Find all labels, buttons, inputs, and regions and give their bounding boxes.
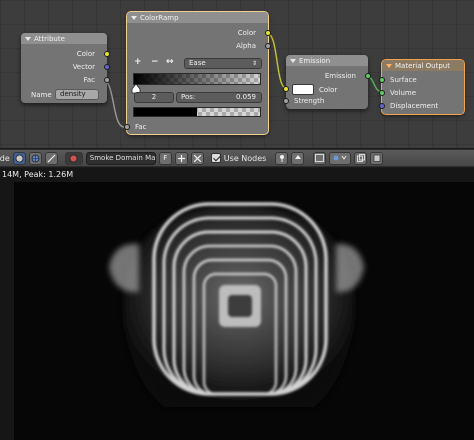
snap-element-dropdown[interactable] — [329, 151, 352, 165]
go-parent-button[interactable] — [291, 151, 305, 165]
emission-node-title: Emission — [299, 56, 331, 65]
render-area[interactable] — [14, 182, 474, 440]
input-fac-label: Fac — [135, 123, 147, 131]
attribute-node[interactable]: Attribute Color Vector Fac Name density — [21, 33, 110, 103]
color-ramp-gradient[interactable] — [133, 73, 261, 85]
collapse-arrow-icon[interactable] — [25, 36, 31, 41]
interpolation-dropdown[interactable]: Ease ⇕ — [184, 58, 262, 69]
attribute-node-title: Attribute — [34, 34, 65, 43]
mode-label: Mode — [0, 153, 10, 163]
smoke-volume — [109, 202, 364, 407]
globe-icon — [31, 154, 40, 162]
render-stats: 14M, Peak: 1.26M — [2, 170, 74, 179]
material-sphere-icon — [69, 154, 78, 162]
output-alpha-socket[interactable] — [265, 43, 271, 49]
position-field[interactable]: Pos: 0.059 — [176, 92, 262, 103]
input-volume-socket[interactable] — [379, 90, 385, 96]
material-output-node-title: Material Output — [395, 61, 450, 70]
plus-icon — [177, 154, 185, 162]
image-icon — [315, 154, 325, 162]
node-editor[interactable]: Attribute Color Vector Fac Name density … — [0, 0, 474, 148]
input-displacement-socket[interactable] — [379, 103, 385, 109]
stop-index-value: 2 — [151, 93, 157, 101]
paste-nodes-button[interactable] — [370, 151, 384, 165]
input-surface-socket[interactable] — [379, 77, 385, 83]
input-strength-socket[interactable] — [283, 98, 289, 104]
name-label: Name — [31, 91, 52, 99]
line-style-icon[interactable] — [44, 151, 58, 165]
input-surface-label: Surface — [390, 76, 417, 84]
material-browse-button[interactable] — [64, 151, 83, 165]
output-emission-label: Emission — [324, 72, 356, 80]
node-editor-header: Mode Smoke Domain Mat F Use Nodes — [0, 149, 474, 167]
emission-color-swatch[interactable] — [292, 84, 314, 95]
unlink-material-button[interactable] — [190, 151, 204, 165]
output-vector-label: Vector — [72, 63, 95, 71]
stop-index-field[interactable]: 2 — [134, 92, 174, 103]
input-color-socket[interactable] — [283, 86, 289, 92]
output-fac-label: Fac — [83, 76, 95, 84]
copy-icon — [356, 154, 365, 162]
pin-icon — [279, 155, 284, 162]
interpolation-value: Ease — [189, 59, 206, 67]
output-alpha-label: Alpha — [236, 42, 256, 50]
colorramp-node-header[interactable]: ColorRamp — [127, 12, 268, 23]
backdrop-button[interactable] — [313, 151, 327, 165]
output-color-label: Color — [76, 50, 95, 58]
collapse-arrow-icon[interactable] — [131, 15, 137, 20]
world-shader-icon[interactable] — [28, 151, 42, 165]
position-value: 0.059 — [235, 93, 256, 101]
input-volume-label: Volume — [390, 89, 417, 97]
material-output-node-header[interactable]: Material Output — [382, 60, 464, 71]
flip-ramp-button[interactable]: ↔ — [166, 58, 174, 67]
output-color-socket[interactable] — [265, 30, 271, 36]
position-label: Pos: — [181, 93, 196, 101]
stop-color-preview[interactable] — [133, 107, 261, 117]
input-displacement-label: Displacement — [390, 102, 439, 110]
use-nodes-checkbox[interactable] — [210, 153, 221, 163]
material-output-node[interactable]: Material Output Surface Volume Displacem… — [379, 60, 464, 114]
input-strength-label: Strength — [294, 97, 325, 105]
close-icon — [193, 154, 201, 162]
smoke-render-image — [109, 202, 364, 407]
dropdown-arrows-icon: ⇕ — [251, 60, 257, 67]
output-fac-socket[interactable] — [104, 77, 110, 83]
output-color-socket[interactable] — [104, 51, 110, 57]
input-color-label: Color — [319, 86, 338, 94]
paste-icon — [373, 154, 381, 162]
output-vector-socket[interactable] — [104, 64, 110, 70]
add-stop-button[interactable]: + — [134, 58, 142, 67]
object-shader-icon[interactable] — [12, 151, 26, 165]
collapse-arrow-icon[interactable] — [290, 58, 296, 63]
collapse-arrow-icon[interactable] — [386, 63, 392, 68]
attribute-node-header[interactable]: Attribute — [21, 33, 107, 44]
output-color-label: Color — [237, 29, 256, 37]
add-material-button[interactable] — [174, 151, 188, 165]
input-fac-socket[interactable] — [124, 124, 130, 130]
emission-node[interactable]: Emission Emission Color Strength — [283, 55, 371, 109]
copy-nodes-button[interactable] — [354, 151, 368, 165]
attribute-name-field[interactable]: density — [55, 89, 99, 100]
render-viewport[interactable]: 14M, Peak: 1.26M — [0, 168, 474, 440]
arrow-up-icon — [294, 155, 301, 159]
pin-button[interactable] — [275, 151, 289, 165]
link-color-to-emission — [267, 33, 287, 89]
brush-icon — [47, 154, 56, 162]
snap-icon — [333, 155, 347, 161]
sphere-icon — [15, 154, 24, 162]
use-nodes-label: Use Nodes — [223, 153, 267, 163]
output-emission-socket[interactable] — [365, 73, 371, 79]
fake-user-button[interactable]: F — [158, 151, 172, 165]
emission-node-header[interactable]: Emission — [286, 55, 368, 66]
material-name-field[interactable]: Smoke Domain Mat — [85, 151, 156, 165]
remove-stop-button[interactable]: − — [151, 58, 159, 67]
colorramp-node-title: ColorRamp — [140, 13, 179, 22]
colorramp-node[interactable]: ColorRamp Color Alpha + − ↔ Ease ⇕ 2 Pos… — [124, 12, 271, 134]
